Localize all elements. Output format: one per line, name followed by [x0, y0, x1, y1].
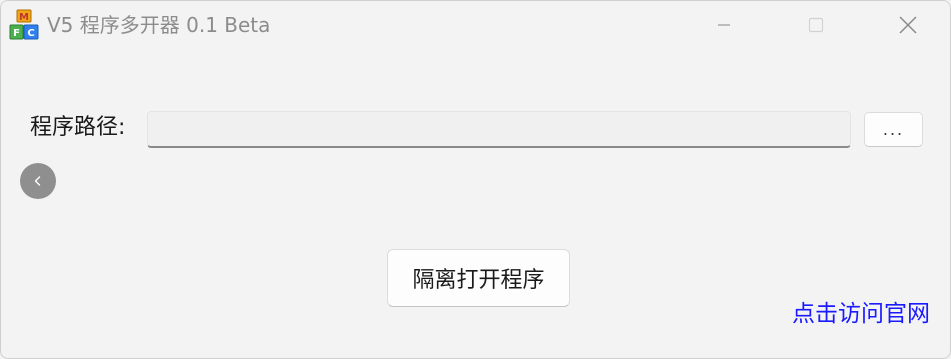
isolated-open-button[interactable]: 隔离打开程序: [387, 249, 570, 307]
maximize-icon: [808, 17, 824, 33]
chevron-left-icon: [34, 176, 41, 186]
svg-text:F: F: [13, 28, 20, 39]
minimize-icon: [718, 24, 730, 26]
svg-text:M: M: [19, 12, 29, 23]
close-icon: [899, 16, 917, 34]
official-site-link[interactable]: 点击访问官网: [792, 299, 930, 329]
app-window: M F C V5 程序多开器 0.1 Beta 程序路径: ... 隔离打开程序…: [0, 0, 951, 359]
back-button[interactable]: [20, 163, 56, 199]
title-bar[interactable]: M F C V5 程序多开器 0.1 Beta: [1, 1, 950, 49]
program-path-label: 程序路径:: [30, 115, 126, 140]
window-title: V5 程序多开器 0.1 Beta: [47, 13, 271, 37]
app-icon: M F C: [9, 9, 39, 41]
program-path-input[interactable]: [147, 111, 851, 148]
maximize-button[interactable]: [793, 1, 839, 49]
svg-text:C: C: [27, 28, 34, 39]
browse-button[interactable]: ...: [864, 112, 923, 147]
close-button[interactable]: [885, 1, 931, 49]
minimize-button[interactable]: [701, 1, 747, 49]
